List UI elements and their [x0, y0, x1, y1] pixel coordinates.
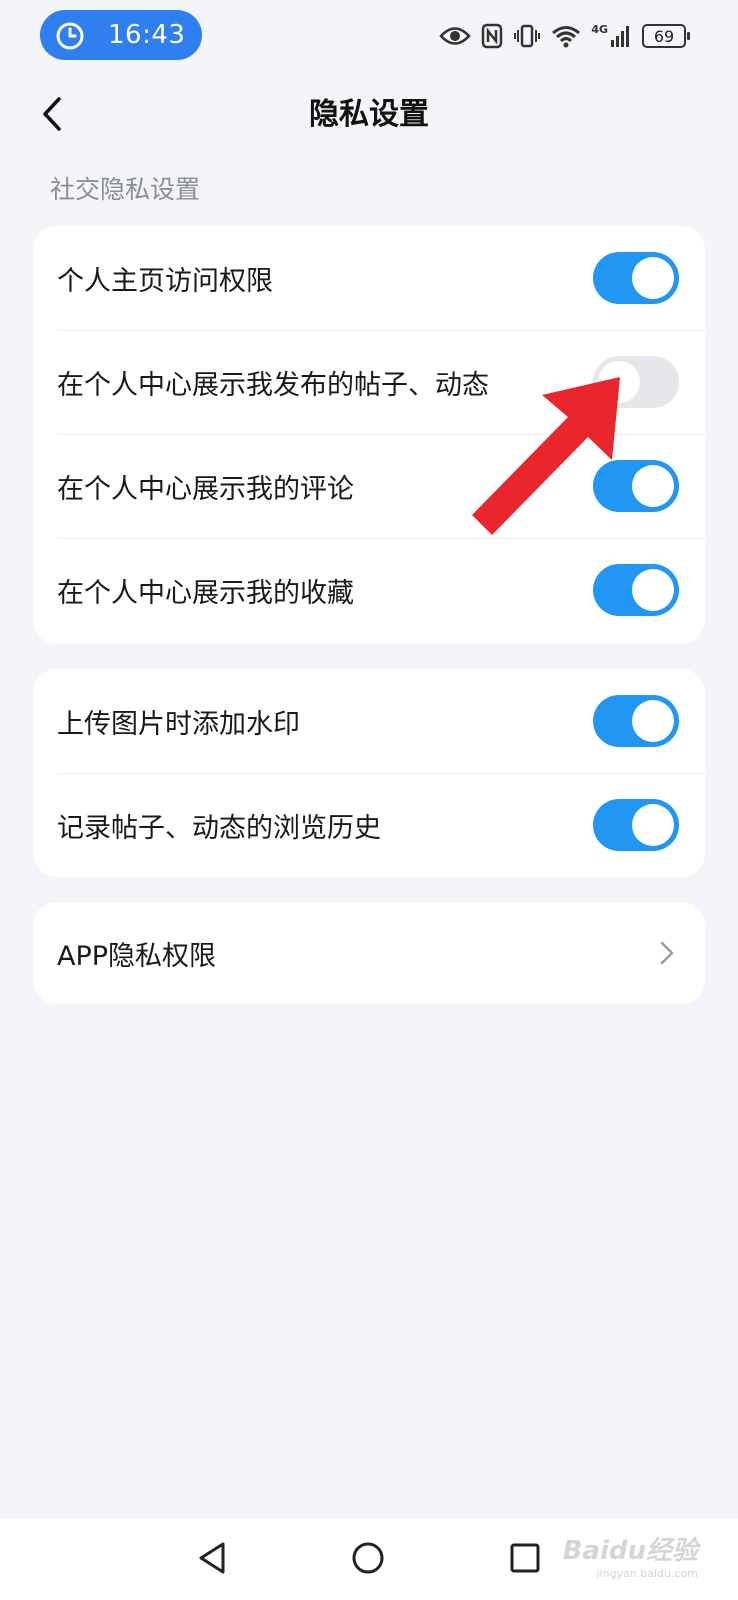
nav-back-button[interactable]: [190, 1536, 234, 1580]
nav-home-button[interactable]: [346, 1536, 390, 1580]
watermark-logo: Baidu经验 jingyan.baidu.com: [563, 1530, 698, 1580]
setting-label: 在个人中心展示我发布的帖子、动态: [57, 369, 489, 401]
setting-row-browse-history[interactable]: 记录帖子、动态的浏览历史: [33, 773, 705, 877]
toggle-knob: [632, 257, 674, 299]
watermark-text: Baidu经验: [562, 1536, 698, 1566]
setting-row-homepage-access[interactable]: 个人主页访问权限: [33, 226, 705, 330]
toggle-switch-on[interactable]: [593, 252, 679, 304]
nfc-icon: [482, 23, 503, 49]
chevron-right-icon: [660, 941, 674, 965]
wifi-icon: [552, 26, 581, 48]
content-settings-card: 上传图片时添加水印 记录帖子、动态的浏览历史: [33, 669, 705, 877]
page-title: 隐私设置: [309, 97, 429, 132]
toggle-knob: [632, 804, 674, 846]
setting-label: 在个人中心展示我的评论: [57, 473, 354, 505]
red-arrow-icon: [472, 377, 620, 535]
header: 隐私设置: [0, 80, 738, 150]
battery-icon: 69: [642, 24, 690, 48]
timer-icon: [56, 22, 84, 50]
setting-row-app-permissions[interactable]: APP隐私权限: [33, 902, 705, 1004]
battery-level: 69: [653, 26, 675, 46]
status-time: 16:43: [108, 20, 186, 50]
eye-icon: [439, 27, 472, 45]
section-label: 社交隐私设置: [50, 175, 201, 204]
setting-row-watermark[interactable]: 上传图片时添加水印: [33, 669, 705, 773]
status-icons: 4G 69: [439, 18, 690, 54]
toggle-switch-on[interactable]: [593, 799, 679, 851]
watermark-subtext: jingyan.baidu.com: [596, 1567, 698, 1580]
setting-label: 个人主页访问权限: [57, 265, 273, 297]
setting-label: 上传图片时添加水印: [57, 708, 300, 740]
toggle-switch-on[interactable]: [593, 695, 679, 747]
vibrate-icon: [514, 24, 541, 48]
nav-recents-button[interactable]: [503, 1536, 547, 1580]
signal-icon: 4G: [591, 24, 632, 48]
toggle-knob: [632, 569, 674, 611]
status-bar: 16:43 4G 69: [0, 0, 738, 72]
network-type: 4G: [591, 23, 608, 36]
nav-home-icon: [352, 1542, 384, 1574]
nav-back-icon: [199, 1542, 225, 1574]
setting-label: APP隐私权限: [57, 940, 217, 972]
setting-label: 在个人中心展示我的收藏: [57, 577, 354, 609]
nav-recents-icon: [510, 1543, 540, 1573]
toggle-knob: [632, 700, 674, 742]
timer-pill[interactable]: 16:43: [40, 10, 202, 60]
app-permissions-card: APP隐私权限: [33, 902, 705, 1004]
setting-label: 记录帖子、动态的浏览历史: [57, 812, 381, 844]
toggle-switch-on[interactable]: [593, 564, 679, 616]
